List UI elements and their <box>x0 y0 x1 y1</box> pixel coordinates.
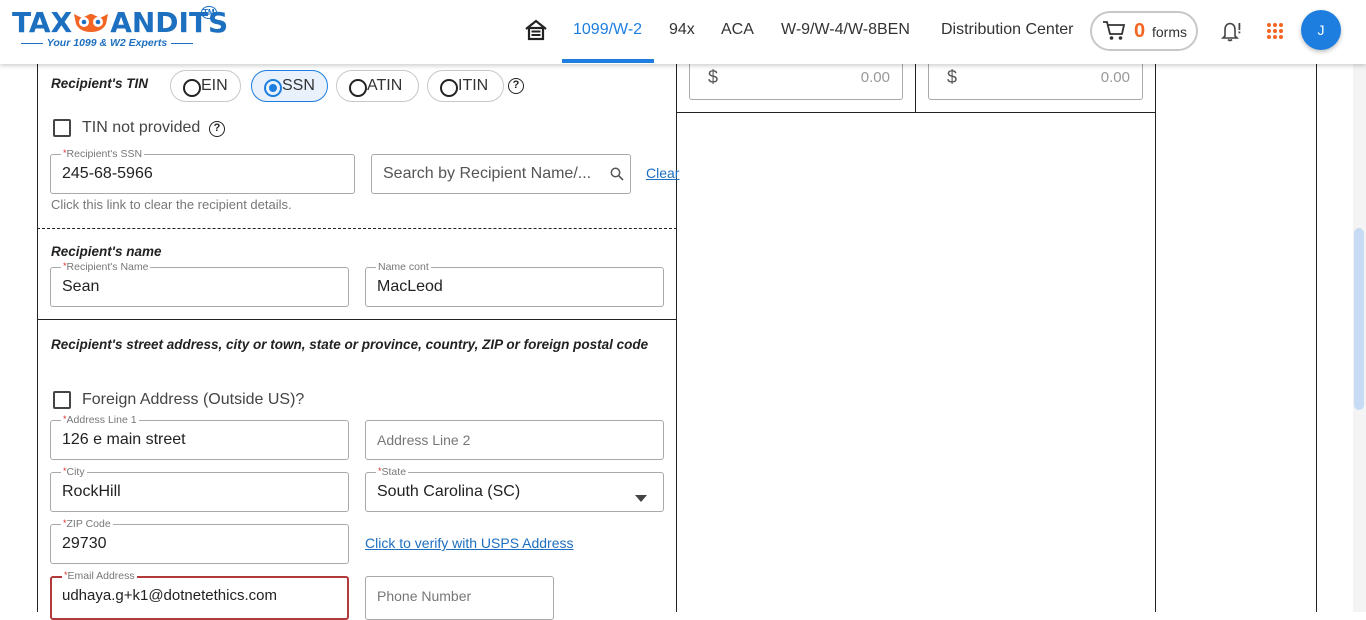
zip-value: 29730 <box>62 535 107 552</box>
phone-number-field[interactable]: Phone Number <box>365 576 554 620</box>
nav-w9-w4-w8ben[interactable]: W-9/W-4/W-8BEN <box>781 21 910 39</box>
email-label: Email Address <box>67 570 135 582</box>
email-value: udhaya.g+k1@dotnetethics.com <box>62 587 277 604</box>
tin-help-icon[interactable]: ? <box>508 78 524 94</box>
name-section-divider <box>37 319 677 320</box>
address-line1-label: Address Line 1 <box>66 414 137 426</box>
foreign-address-label: Foreign Address (Outside US)? <box>82 391 305 408</box>
foreign-address-checkbox[interactable] <box>53 391 71 409</box>
radio-itin[interactable]: ITIN <box>427 70 504 102</box>
name-field-label: Recipient's Name <box>66 261 149 273</box>
cart-count: 0 <box>1134 20 1146 42</box>
name-cont-label: Name cont <box>376 261 431 273</box>
top-header: TAX ANDITS TM Your 1099 & W2 Experts 1099… <box>0 0 1366 64</box>
tin-section-divider <box>37 228 677 229</box>
name-section-title: Recipient's name <box>51 244 162 259</box>
trademark-badge: TM <box>201 6 217 19</box>
address-line1-value: 126 e main street <box>62 431 186 448</box>
radio-circle <box>440 79 458 97</box>
user-avatar[interactable]: J <box>1301 10 1341 50</box>
email-field[interactable]: *Email Address udhaya.g+k1@dotnetethics.… <box>50 570 349 620</box>
zip-label: ZIP Code <box>66 518 111 530</box>
name-cont-value: MacLeod <box>377 278 443 295</box>
zip-code-field[interactable]: *ZIP Code 29730 <box>50 518 349 564</box>
ssn-field-label: Recipient's SSN <box>66 148 143 160</box>
logo-tagline: Your 1099 & W2 Experts <box>12 37 202 49</box>
search-icon <box>610 167 624 186</box>
dollar-sign: $ <box>947 67 958 87</box>
address-section-title: Recipient's street address, city or town… <box>51 337 649 352</box>
ssn-value: 245-68-5966 <box>62 165 153 182</box>
amount-value: 0.00 <box>1100 69 1130 86</box>
search-placeholder: Search by Recipient Name/... <box>383 165 592 182</box>
radio-label: SSN <box>282 77 315 94</box>
nav-distribution-center[interactable]: Distribution Center <box>941 21 1074 39</box>
state-value: South Carolina (SC) <box>377 483 521 500</box>
amount-right-border <box>1155 64 1156 612</box>
verify-usps-link[interactable]: Click to verify with USPS Address <box>365 535 574 551</box>
nav-1099-w2[interactable]: 1099/W-2 <box>573 21 642 39</box>
recipient-name-field[interactable]: *Recipient's Name Sean <box>50 261 349 307</box>
scrollbar-thumb[interactable] <box>1354 228 1364 410</box>
state-label: State <box>381 466 407 478</box>
notification-bell-icon[interactable] <box>1219 19 1243 48</box>
city-label: City <box>66 466 85 478</box>
owl-logo-icon <box>72 8 110 32</box>
radio-label: ITIN <box>458 77 489 94</box>
radio-circle-selected <box>264 79 282 97</box>
apps-grid-icon[interactable] <box>1266 22 1284 45</box>
state-select[interactable]: *State South Carolina (SC) <box>365 466 664 512</box>
amount-bottom-border <box>676 112 1156 113</box>
logo-text-tax: TAX <box>12 6 73 39</box>
nav-active-indicator <box>562 59 654 63</box>
nav-aca[interactable]: ACA <box>721 21 754 39</box>
cart-button[interactable]: 0 forms <box>1090 11 1198 51</box>
phone-placeholder: Phone Number <box>377 588 472 604</box>
tin-section-title: Recipient's TIN <box>51 76 148 91</box>
amount-value: 0.00 <box>860 69 890 86</box>
amount-field-2[interactable]: $ 0.00 <box>928 60 1143 100</box>
tin-not-provided-label: TIN not provided <box>82 119 201 136</box>
radio-label: EIN <box>201 77 228 94</box>
name-cont-field[interactable]: Name cont MacLeod <box>365 261 664 307</box>
radio-atin[interactable]: ATIN <box>336 70 419 102</box>
radio-ein[interactable]: EIN <box>170 70 241 102</box>
home-icon[interactable] <box>524 18 548 47</box>
dropdown-arrow-icon <box>635 489 647 507</box>
amount-field-1[interactable]: $ 0.00 <box>689 60 903 100</box>
recipient-search-input[interactable]: Search by Recipient Name/... <box>371 154 631 194</box>
address-line2-placeholder: Address Line 2 <box>377 432 471 448</box>
amount-divider <box>915 64 916 112</box>
radio-circle <box>349 79 367 97</box>
form-left-border <box>37 64 38 612</box>
address-line1-field[interactable]: *Address Line 1 126 e main street <box>50 414 349 460</box>
recipient-ssn-field[interactable]: *Recipient's SSN 245-68-5966 <box>50 148 355 194</box>
city-value: RockHill <box>62 483 121 500</box>
radio-circle <box>183 79 201 97</box>
city-field[interactable]: *City RockHill <box>50 466 349 512</box>
form-mid-border <box>676 64 677 612</box>
cart-label: forms <box>1152 24 1187 40</box>
clear-link[interactable]: Clear <box>646 165 679 181</box>
radio-ssn[interactable]: SSN <box>251 70 328 102</box>
clear-hint: Click this link to clear the recipient d… <box>51 197 292 212</box>
logo[interactable]: TAX ANDITS <box>12 6 228 39</box>
dollar-sign: $ <box>708 67 719 87</box>
cart-icon <box>1102 20 1126 47</box>
tin-not-provided-checkbox[interactable] <box>53 119 71 137</box>
radio-label: ATIN <box>367 77 403 94</box>
tin-not-provided-help-icon[interactable]: ? <box>209 121 225 137</box>
nav-94x[interactable]: 94x <box>669 21 695 39</box>
name-value: Sean <box>62 278 100 295</box>
address-line2-field[interactable]: Address Line 2 <box>365 420 664 460</box>
form-right-border <box>1316 64 1317 612</box>
